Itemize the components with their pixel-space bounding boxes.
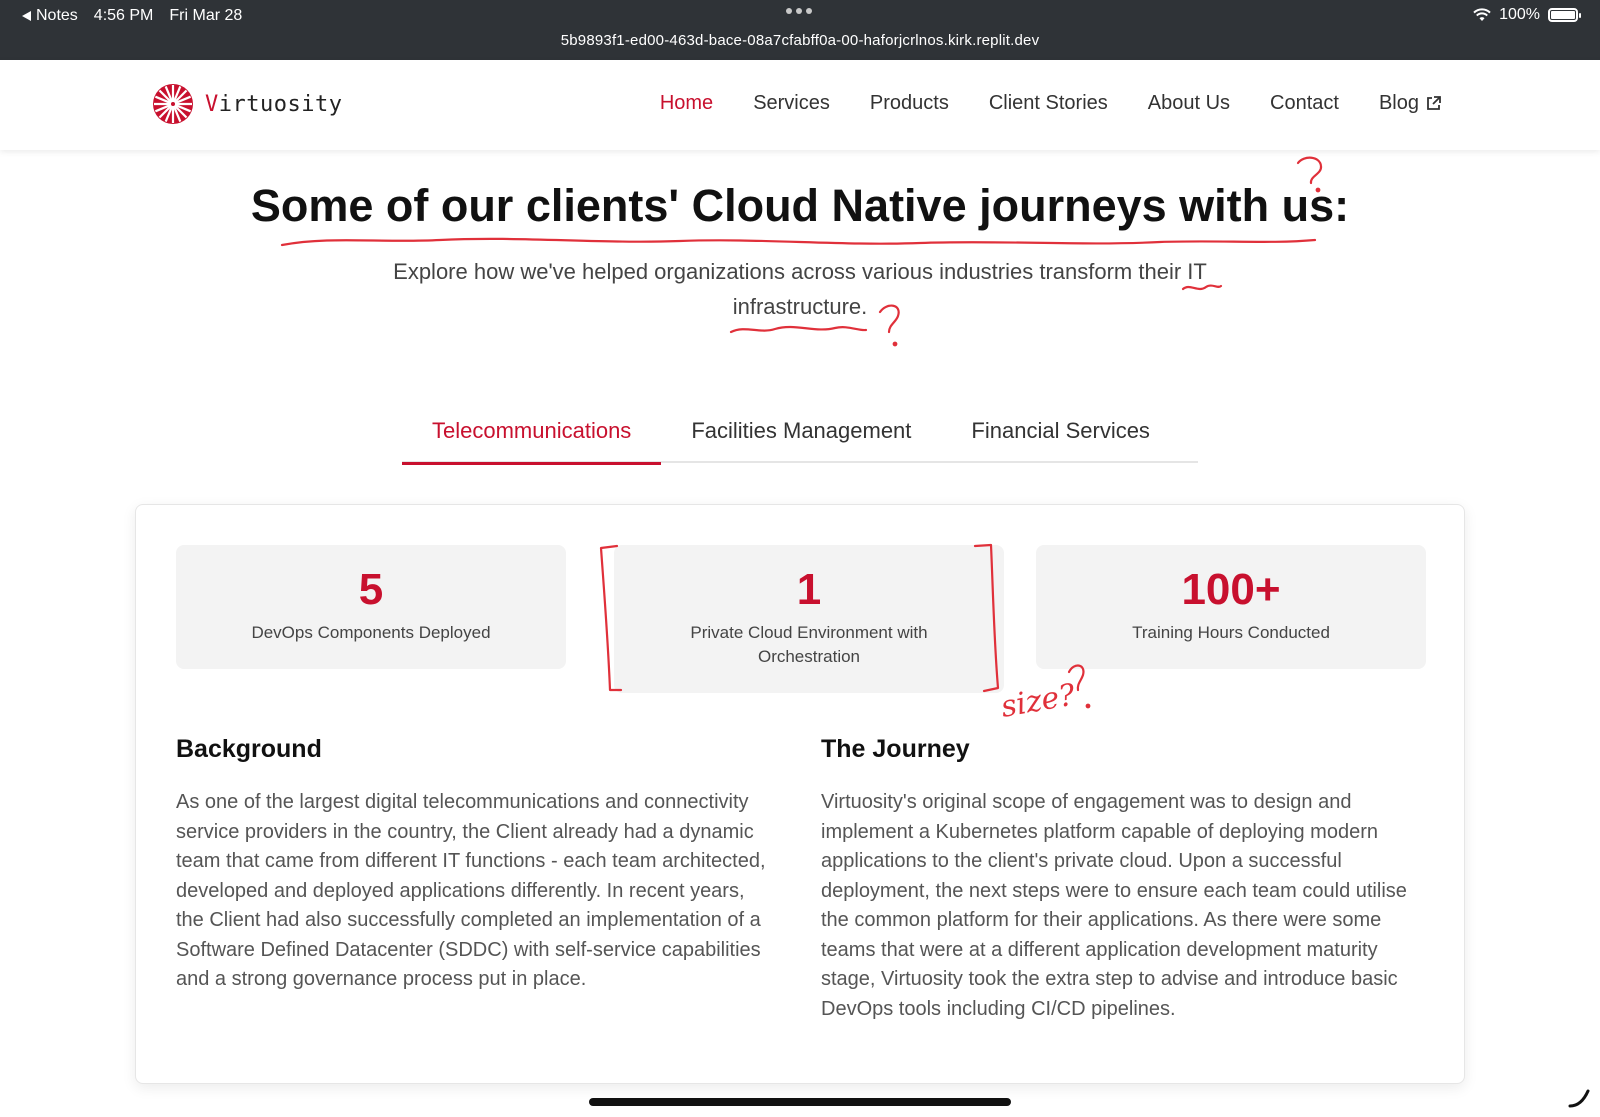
title-underline-mark <box>280 237 1317 247</box>
journey-text: Virtuosity's original scope of engagemen… <box>821 791 1407 1020</box>
page-title: Some of our clients' Cloud Native journe… <box>250 180 1350 231</box>
logo-starburst-icon <box>153 84 193 124</box>
nav-client-stories[interactable]: Client Stories <box>989 92 1108 115</box>
nav-blog-label: Blog <box>1378 92 1419 114</box>
stat-value: 5 <box>358 565 384 614</box>
stat-card: 1 Private Cloud Environment with Orchest… <box>614 545 1004 693</box>
battery-icon <box>1548 8 1581 22</box>
tab-facilities-management[interactable]: Facilities Management <box>661 408 941 463</box>
nav-products[interactable]: Products <box>870 92 949 115</box>
background-section: Background As one of the largest digital… <box>176 735 776 995</box>
logo[interactable]: Virtuosity <box>151 82 342 126</box>
stat-label: Private Cloud Environment with Orchestra… <box>690 623 928 666</box>
stat-value: 1 <box>796 565 822 614</box>
nav-contact[interactable]: Contact <box>1270 92 1339 115</box>
nav-about-us[interactable]: About Us <box>1148 92 1230 115</box>
industry-tabs: Telecommunications Facilities Management… <box>402 408 1198 465</box>
page-subtitle: Explore how we've helped organizations a… <box>393 259 1207 319</box>
journey-heading: The Journey <box>821 735 970 763</box>
battery-percent: 100% <box>1499 6 1540 23</box>
background-heading: Background <box>176 735 322 763</box>
nav-home[interactable]: Home <box>660 92 713 115</box>
status-date: Fri Mar 28 <box>169 7 243 24</box>
external-link-icon <box>1427 96 1441 110</box>
tab-telecommunications[interactable]: Telecommunications <box>402 408 662 465</box>
back-label: Notes <box>36 7 78 24</box>
tab-financial-services[interactable]: Financial Services <box>941 408 1180 463</box>
nav-blog[interactable]: Blog <box>1379 92 1442 115</box>
multitasking-dots-icon[interactable] <box>786 8 812 14</box>
nav-services[interactable]: Services <box>753 92 830 115</box>
pencil-stroke-icon <box>1568 1089 1590 1108</box>
back-to-notes[interactable]: Notes <box>22 7 78 25</box>
stat-label: Training Hours Conducted <box>1132 623 1330 642</box>
status-left: Notes 4:56 PM Fri Mar 28 <box>22 7 242 25</box>
wifi-icon <box>1473 8 1491 21</box>
journey-section: The Journey Virtuosity's original scope … <box>821 735 1421 1024</box>
question-dot-subtitle <box>892 341 898 347</box>
stat-card: 100+ Training Hours Conducted <box>1036 545 1426 669</box>
stat-value: 100+ <box>1181 565 1281 614</box>
case-study-card: 5 DevOps Components Deployed 1 Private C… <box>135 504 1465 1084</box>
infrastructure-underline-mark <box>729 325 868 334</box>
back-arrow-icon <box>22 11 31 21</box>
address-bar-url[interactable]: 5b9893f1-ed00-463d-bace-08a7cfabff0a-00-… <box>0 32 1600 49</box>
main-nav: Home Services Products Client Stories Ab… <box>660 92 1442 115</box>
ipad-status-bar: Notes 4:56 PM Fri Mar 28 5b9893f1-ed00-4… <box>0 0 1600 60</box>
logo-text: Virtuosity <box>205 91 343 117</box>
stat-card: 5 DevOps Components Deployed <box>176 545 566 669</box>
status-time: 4:56 PM <box>93 7 154 24</box>
home-indicator[interactable] <box>589 1098 1011 1106</box>
status-right: 100% <box>1473 6 1581 24</box>
background-text: As one of the largest digital telecommun… <box>176 791 766 990</box>
stat-label: DevOps Components Deployed <box>251 623 491 642</box>
site-header: Virtuosity Home Services Products Client… <box>0 60 1600 150</box>
